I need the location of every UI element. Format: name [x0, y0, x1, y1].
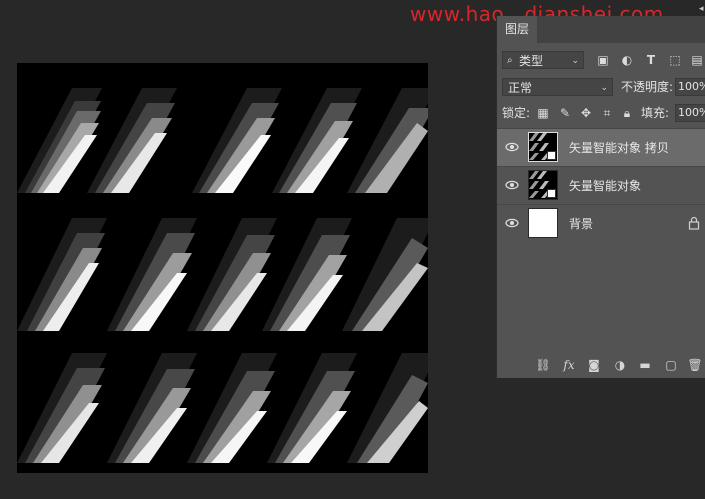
layer-name[interactable]: 矢量智能对象 拷贝 — [569, 139, 669, 156]
chevron-down-icon: ⌄ — [571, 56, 579, 66]
fill-field[interactable]: 100% — [675, 104, 705, 122]
link-layers-icon[interactable]: ⛓ — [535, 357, 551, 373]
layer-kind-filter-label: 类型 — [519, 54, 544, 68]
shape-filter-icon[interactable]: ⬚ — [667, 52, 683, 68]
fx-icon[interactable]: fx — [561, 357, 577, 373]
layer-thumbnail — [528, 170, 558, 200]
adjustment-layer-icon[interactable]: ◑ — [612, 357, 628, 373]
lock-image-icon[interactable]: ✎ — [557, 105, 573, 121]
blend-row: 正常 ⌄ 不透明度: 100% — [497, 76, 705, 102]
artwork-row-3 — [17, 353, 428, 463]
image-filter-icon[interactable]: ▣ — [595, 52, 611, 68]
eye-icon[interactable] — [505, 178, 519, 192]
lock-artboard-icon[interactable]: ⌗ — [599, 105, 615, 121]
layer-thumbnail — [528, 132, 558, 162]
type-filter-icon[interactable]: T — [643, 52, 659, 68]
mask-icon[interactable]: ◙ — [586, 357, 602, 373]
layer-row[interactable]: 矢量智能对象 拷贝 — [497, 128, 705, 166]
fill-label: 填充: — [641, 106, 670, 120]
layer-kind-filter[interactable]: ⌕ 类型 ⌄ — [502, 51, 584, 69]
collapse-panel-icon[interactable]: ◂ — [699, 4, 704, 14]
artwork-row-1 — [17, 88, 428, 193]
lock-label: 锁定: — [502, 106, 531, 120]
adjustment-filter-icon[interactable]: ◐ — [619, 52, 635, 68]
panel-tab-bar: 图层 — [497, 16, 705, 43]
lock-position-icon[interactable]: ✥ — [578, 105, 594, 121]
layers-panel: 图层 ⌕ 类型 ⌄ ▣ ◐ T ⬚ ▤ 正常 ⌄ 不透明度: 100% 锁定: … — [496, 16, 705, 378]
search-icon: ⌕ — [507, 55, 513, 66]
layer-row[interactable]: 背景 — [497, 204, 705, 242]
document-canvas[interactable] — [17, 63, 428, 473]
trash-icon[interactable]: 🗑︎ — [687, 357, 703, 373]
artwork — [17, 88, 428, 463]
artwork-row-2 — [17, 218, 428, 331]
layer-thumbnail — [528, 208, 558, 238]
layer-name[interactable]: 矢量智能对象 — [569, 177, 641, 194]
blend-mode-value: 正常 — [508, 81, 533, 95]
filter-row: ⌕ 类型 ⌄ ▣ ◐ T ⬚ ▤ — [497, 48, 705, 74]
panel-bottom-bar: ⛓ fx ◙ ◑ ▬ ▢ 🗑︎ — [497, 352, 705, 378]
eye-icon[interactable] — [505, 216, 519, 230]
new-layer-icon[interactable]: ▢ — [663, 357, 679, 373]
smart-object-filter-icon[interactable]: ▤ — [689, 52, 705, 68]
tab-layers[interactable]: 图层 — [497, 16, 538, 43]
group-folder-icon[interactable]: ▬ — [637, 357, 653, 373]
smart-object-badge-icon — [547, 151, 556, 160]
lock-icon — [688, 216, 700, 230]
smart-object-badge-icon — [547, 189, 556, 198]
layer-name[interactable]: 背景 — [569, 215, 593, 232]
eye-icon[interactable] — [505, 140, 519, 154]
layer-row[interactable]: 矢量智能对象 — [497, 166, 705, 204]
chevron-down-icon: ⌄ — [600, 83, 608, 93]
lock-all-icon[interactable]: 🔒︎ — [619, 105, 635, 121]
blend-mode-select[interactable]: 正常 ⌄ — [502, 78, 613, 96]
opacity-field[interactable]: 100% — [675, 78, 705, 96]
lock-transparent-icon[interactable]: ▦ — [535, 105, 551, 121]
lock-row: 锁定: ▦ ✎ ✥ ⌗ 🔒︎ 填充: 100% — [497, 102, 705, 128]
opacity-label: 不透明度: — [621, 80, 674, 94]
